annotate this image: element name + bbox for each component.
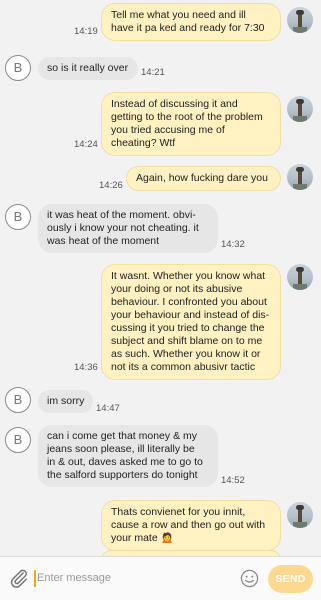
contact-avatar[interactable]: B: [5, 204, 31, 230]
contact-avatar[interactable]: [287, 164, 313, 190]
text-cursor: [34, 570, 36, 587]
contact-avatar[interactable]: B: [5, 427, 31, 453]
incoming-message[interactable]: it was heat of the moment. obvi- ously i…: [38, 204, 218, 253]
message-timestamp: 14:52: [221, 475, 245, 486]
incoming-message[interactable]: so is it really over: [38, 57, 138, 80]
outgoing-message[interactable]: It wasnt. Whether you know what your doi…: [101, 264, 281, 380]
message-input[interactable]: Enter message: [37, 572, 111, 584]
contact-avatar[interactable]: [287, 96, 313, 122]
contact-avatar[interactable]: B: [5, 387, 31, 413]
contact-avatar[interactable]: [287, 502, 313, 528]
message-timestamp: 14:24: [74, 139, 98, 150]
message-timestamp: 14:26: [99, 180, 123, 191]
message-timestamp: 14:36: [74, 362, 98, 373]
message-thread[interactable]: Tell me what you need and ill have it pa…: [0, 0, 321, 556]
contact-avatar[interactable]: [287, 264, 313, 290]
contact-avatar[interactable]: B: [5, 55, 31, 81]
incoming-message[interactable]: can i come get that money & my jeans soo…: [38, 425, 218, 487]
message-composer: Enter message SEND: [0, 556, 321, 600]
outgoing-message[interactable]: Thats convienet for you innit, cause a r…: [101, 500, 281, 551]
message-timestamp: 14:21: [141, 67, 165, 78]
message-timestamp: 14:19: [74, 26, 98, 37]
outgoing-message[interactable]: Instead of discussing it and getting to …: [101, 92, 281, 156]
message-timestamp: 14:32: [221, 239, 245, 250]
emoji-icon[interactable]: [240, 569, 259, 588]
incoming-message[interactable]: im sorry: [38, 390, 93, 413]
send-button[interactable]: SEND: [268, 565, 313, 593]
attachment-icon[interactable]: [8, 567, 30, 589]
outgoing-message[interactable]: Again, how fucking dare you: [126, 166, 281, 191]
message-timestamp: 14:47: [96, 403, 120, 414]
outgoing-message[interactable]: Tell me what you need and ill have it pa…: [101, 3, 281, 41]
contact-avatar[interactable]: [287, 7, 313, 33]
